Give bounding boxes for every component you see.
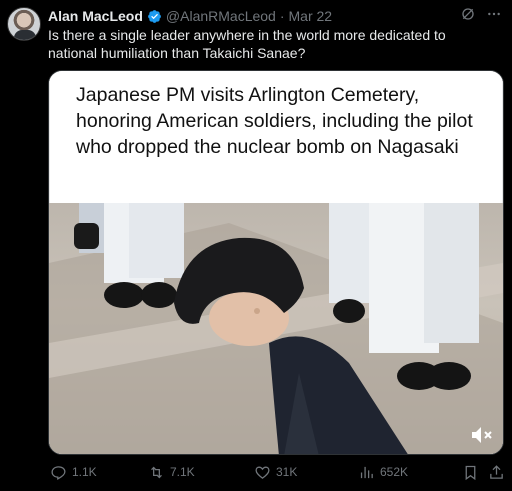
views-count: 652K <box>380 465 409 479</box>
top-right-icons <box>460 6 502 22</box>
share-icon <box>490 464 503 479</box>
tweet-header: Alan MacLeod @AlanRMacLeod · Mar 22 <box>48 7 332 25</box>
like-count: 31K <box>276 465 298 479</box>
tweet-text: Is there a single leader anywhere in the… <box>48 27 446 61</box>
verified-badge-icon <box>148 9 161 23</box>
share-button[interactable] <box>488 464 505 481</box>
repost-count: 7.1K <box>170 465 195 479</box>
grok-icon[interactable] <box>460 6 476 22</box>
reply-count: 1.1K <box>72 465 97 479</box>
more-options-icon[interactable] <box>486 6 502 22</box>
reply-button[interactable]: 1.1K <box>50 464 97 481</box>
photo-illustration <box>49 203 503 454</box>
author-name[interactable]: Alan MacLeod <box>48 8 143 24</box>
separator-dot: · <box>279 8 285 24</box>
media-photo[interactable] <box>49 203 503 454</box>
bookmark-icon <box>465 465 476 480</box>
reply-icon <box>51 465 66 480</box>
repost-button[interactable]: 7.1K <box>148 464 195 481</box>
heart-icon <box>255 466 270 479</box>
bookmark-button[interactable] <box>462 464 479 481</box>
tweet-actions: 1.1K 7.1K 31K 652K <box>48 462 504 482</box>
tweet-date[interactable]: Mar 22 <box>289 8 333 24</box>
media-caption: Japanese PM visits Arlington Cemetery, h… <box>76 84 473 158</box>
like-button[interactable]: 31K <box>254 464 297 481</box>
repost-icon <box>151 466 162 478</box>
tweet-media[interactable]: Japanese PM visits Arlington Cemetery, h… <box>48 70 504 455</box>
mute-icon[interactable] <box>469 424 495 446</box>
views-chart-icon <box>360 466 373 478</box>
views-button[interactable]: 652K <box>358 464 408 481</box>
author-avatar[interactable] <box>7 7 41 41</box>
media-caption-box: Japanese PM visits Arlington Cemetery, h… <box>49 71 503 204</box>
author-handle[interactable]: @AlanRMacLeod <box>166 8 276 24</box>
